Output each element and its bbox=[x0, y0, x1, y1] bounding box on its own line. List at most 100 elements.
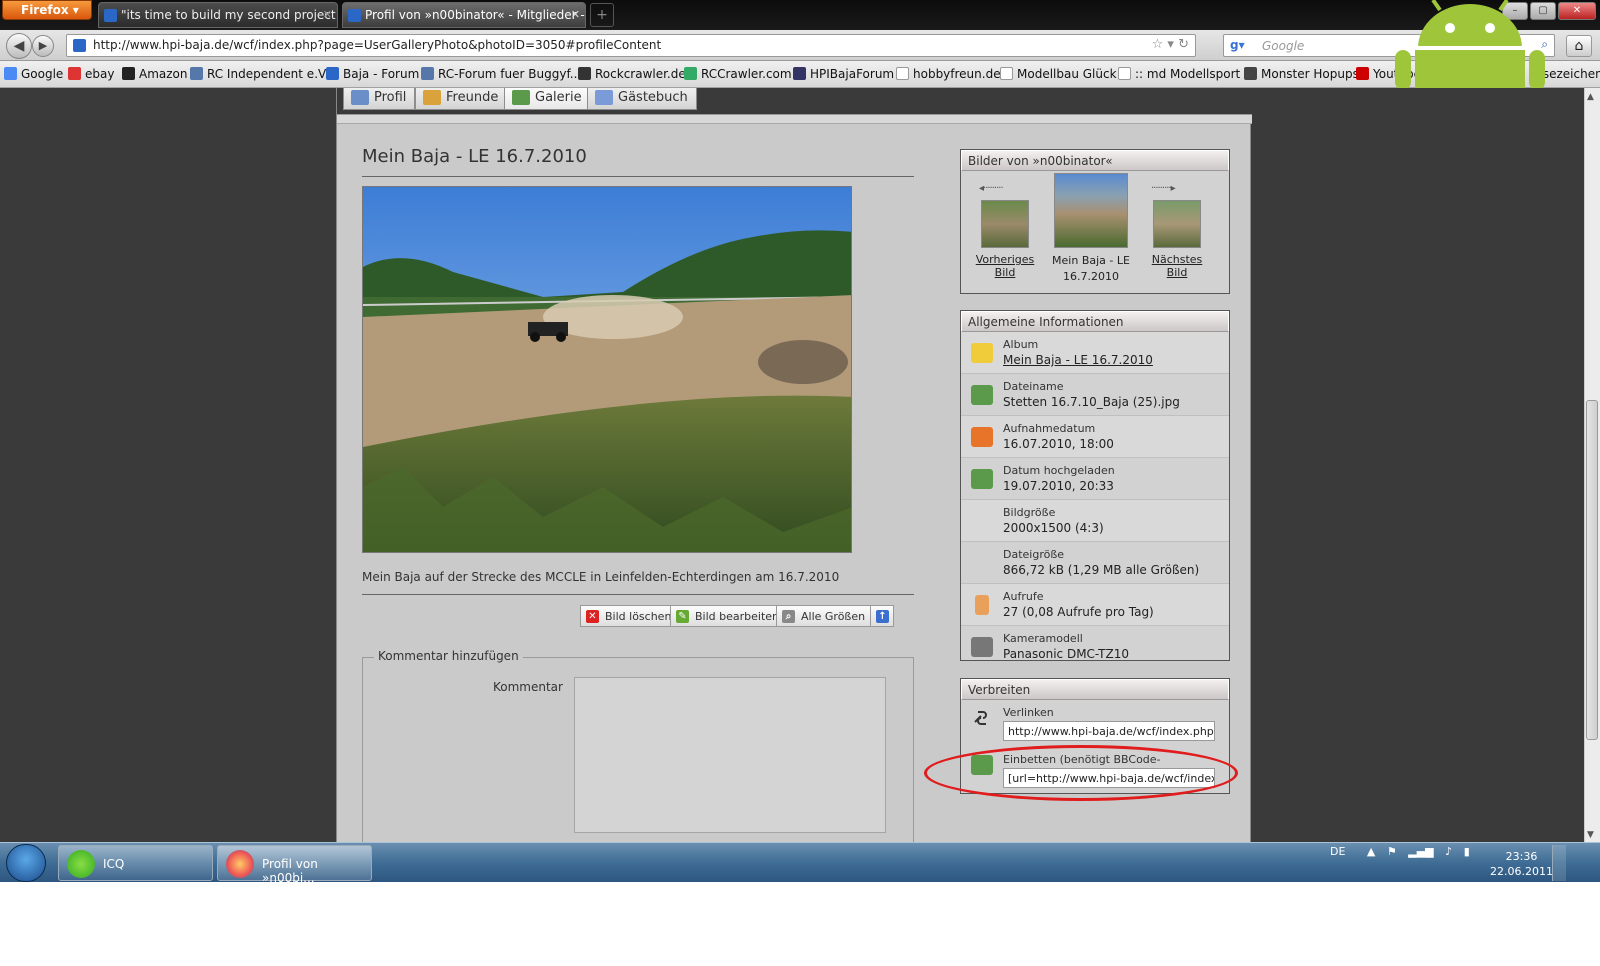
site-icon bbox=[421, 67, 434, 80]
gallery-icon bbox=[512, 90, 530, 105]
task-icq[interactable]: ICQ bbox=[58, 845, 213, 881]
share-row-link: Verlinken http://www.hpi-baja.de/wcf/ind… bbox=[961, 700, 1229, 747]
calendar-icon bbox=[971, 427, 993, 447]
scroll-top-button[interactable]: ↑ bbox=[870, 605, 894, 627]
site-icon bbox=[793, 67, 806, 80]
info-value: Stetten 16.7.10_Baja (25).jpg bbox=[1003, 395, 1180, 409]
bookmark-modellbau-glueck[interactable]: Modellbau Glück bbox=[1000, 67, 1117, 81]
youtube-icon bbox=[1356, 67, 1369, 80]
next-thumbnail[interactable] bbox=[1153, 200, 1201, 248]
arrow-left-icon: ◂········· bbox=[979, 183, 1004, 194]
power-icon[interactable]: ▮ bbox=[1464, 845, 1470, 858]
current-thumbnail[interactable] bbox=[1054, 173, 1128, 248]
back-button[interactable]: ◀ bbox=[6, 33, 32, 59]
reload-icon[interactable]: ↻ bbox=[1178, 37, 1189, 52]
show-desktop-button[interactable] bbox=[1552, 845, 1566, 881]
prev-image-link[interactable]: Vorheriges Bild bbox=[969, 253, 1041, 279]
bookmark-hobbyfreun[interactable]: hobbyfreun.de bbox=[896, 67, 1001, 81]
main-photo[interactable] bbox=[362, 186, 852, 553]
edit-image-button[interactable]: ✎ Bild bearbeiten bbox=[670, 605, 787, 627]
magnifier-icon: ⌕ bbox=[782, 610, 795, 623]
bookmark-star-icon[interactable]: ☆ bbox=[1152, 37, 1164, 52]
info-row-upload-date: Datum hochgeladen 19.07.2010, 20:33 bbox=[961, 458, 1229, 500]
amazon-icon bbox=[122, 67, 135, 80]
bookmark-rockcrawler[interactable]: Rockcrawler.de bbox=[578, 67, 686, 81]
scrollbar-thumb[interactable] bbox=[1586, 400, 1598, 740]
favicon-icon bbox=[348, 9, 361, 22]
close-tab-icon[interactable]: ✕ bbox=[571, 8, 580, 21]
tab-freunde[interactable]: Freunde bbox=[415, 88, 508, 110]
search-placeholder: Google bbox=[1262, 39, 1305, 53]
bookmark-rc-forum[interactable]: RC-Forum fuer Buggyf... bbox=[421, 67, 581, 81]
next-image-link[interactable]: Nächstes Bild bbox=[1141, 253, 1213, 279]
info-label: Aufrufe bbox=[1003, 590, 1044, 603]
info-value: 866,72 kB (1,29 MB alle Größen) bbox=[1003, 563, 1200, 577]
task-firefox[interactable]: Profil von »n00bi... bbox=[217, 845, 372, 885]
url-bar[interactable]: http://www.hpi-baja.de/wcf/index.php?pag… bbox=[66, 34, 1196, 57]
site-icon bbox=[1244, 67, 1257, 80]
page-icon bbox=[1000, 67, 1013, 80]
volume-icon[interactable]: ♪ bbox=[1445, 845, 1452, 858]
google-engine-icon[interactable]: g▾ bbox=[1230, 38, 1245, 52]
google-icon bbox=[4, 67, 17, 80]
bookmark-amazon[interactable]: Amazon bbox=[122, 67, 188, 81]
bookmark-md-modellsport[interactable]: :: md Modellsport :: bbox=[1118, 67, 1252, 81]
network-warning-icon[interactable]: ⚑ bbox=[1387, 845, 1397, 858]
info-label: Album bbox=[1003, 338, 1039, 351]
firefox-menu-button[interactable]: Firefox ▾ bbox=[2, 0, 92, 20]
info-label: Dateigröße bbox=[1003, 548, 1065, 561]
forward-button[interactable]: ▶ bbox=[32, 35, 54, 57]
tab-profile[interactable]: Profil von »n00binator« - Mitglieder -..… bbox=[342, 2, 586, 28]
site-icon bbox=[326, 67, 339, 80]
page-viewport: Profil Freunde Galerie Gästebuch Mein Ba… bbox=[0, 88, 1584, 863]
prev-thumbnail[interactable] bbox=[981, 200, 1029, 248]
home-button[interactable]: ⌂ bbox=[1566, 35, 1592, 57]
tab-gaestebuch[interactable]: Gästebuch bbox=[587, 88, 697, 110]
tab-thread[interactable]: "its time to build my second project ...… bbox=[98, 2, 338, 28]
signal-icon[interactable]: ▂▄▆ bbox=[1408, 845, 1433, 858]
info-value: 27 (0,08 Aufrufe pro Tag) bbox=[1003, 605, 1154, 619]
link-label: Verlinken bbox=[1003, 706, 1054, 719]
page-icon bbox=[896, 67, 909, 80]
info-row-file-size: Dateigröße 866,72 kB (1,29 MB alle Größen… bbox=[961, 542, 1229, 584]
bookmark-baja-forum[interactable]: Baja - Forum bbox=[326, 67, 419, 81]
firefox-icon bbox=[226, 850, 254, 878]
guestbook-icon bbox=[595, 90, 613, 105]
comment-legend: Kommentar hinzufügen bbox=[374, 649, 523, 663]
browser-titlebar: Firefox ▾ "its time to build my second p… bbox=[0, 0, 1600, 30]
start-button[interactable] bbox=[6, 844, 46, 882]
link-icon bbox=[971, 708, 993, 728]
all-sizes-button[interactable]: ⌕ Alle Größen bbox=[776, 605, 873, 627]
clock[interactable]: 23:36 22.06.2011 bbox=[1490, 849, 1553, 879]
clock-date: 22.06.2011 bbox=[1490, 865, 1553, 878]
bookmark-hpibajaforum[interactable]: HPIBajaForum bbox=[793, 67, 894, 81]
comment-textarea[interactable] bbox=[574, 677, 886, 833]
info-value: 16.07.2010, 18:00 bbox=[1003, 437, 1114, 451]
bookmarks-toolbar: Google ebay Amazon RC Independent e.V. B… bbox=[0, 61, 1600, 88]
bookmark-google[interactable]: Google bbox=[4, 67, 63, 81]
arrow-up-icon: ↑ bbox=[876, 610, 889, 623]
close-tab-icon[interactable]: ✕ bbox=[323, 8, 332, 21]
language-indicator[interactable]: DE bbox=[1330, 845, 1345, 858]
album-link[interactable]: Mein Baja - LE 16.7.2010 bbox=[1003, 353, 1153, 367]
gallery-box: Bilder von »n00binator« ◂········· ·····… bbox=[960, 149, 1230, 294]
bookmark-ebay[interactable]: ebay bbox=[68, 67, 114, 81]
navigation-toolbar: ◀ ▶ http://www.hpi-baja.de/wcf/index.php… bbox=[0, 30, 1600, 61]
bookmark-monster-hopups[interactable]: Monster Hopups bbox=[1244, 67, 1359, 81]
page-icon bbox=[1118, 67, 1131, 80]
link-url-field[interactable]: http://www.hpi-baja.de/wcf/index.php?pag… bbox=[1003, 721, 1215, 741]
arrow-right-icon: ·········▸ bbox=[1151, 183, 1176, 194]
folder-icon bbox=[971, 343, 993, 363]
scroll-up-arrow-icon[interactable]: ▲ bbox=[1587, 92, 1594, 102]
current-image-label: Mein Baja - LE 16.7.2010 bbox=[1052, 254, 1130, 283]
pointer-icon bbox=[975, 595, 989, 615]
bookmark-rc-independent[interactable]: RC Independent e.V. bbox=[190, 67, 328, 81]
favicon-icon bbox=[104, 9, 117, 22]
tab-profil[interactable]: Profil bbox=[343, 88, 416, 110]
show-hidden-icons-icon[interactable]: ▲ bbox=[1367, 845, 1375, 858]
new-tab-button[interactable]: + bbox=[590, 3, 614, 27]
delete-image-button[interactable]: ✕ Bild löschen bbox=[580, 605, 679, 627]
scroll-down-arrow-icon[interactable]: ▼ bbox=[1587, 830, 1594, 840]
tab-galerie[interactable]: Galerie bbox=[504, 88, 591, 110]
bookmark-rccrawler[interactable]: RCCrawler.com bbox=[684, 67, 792, 81]
